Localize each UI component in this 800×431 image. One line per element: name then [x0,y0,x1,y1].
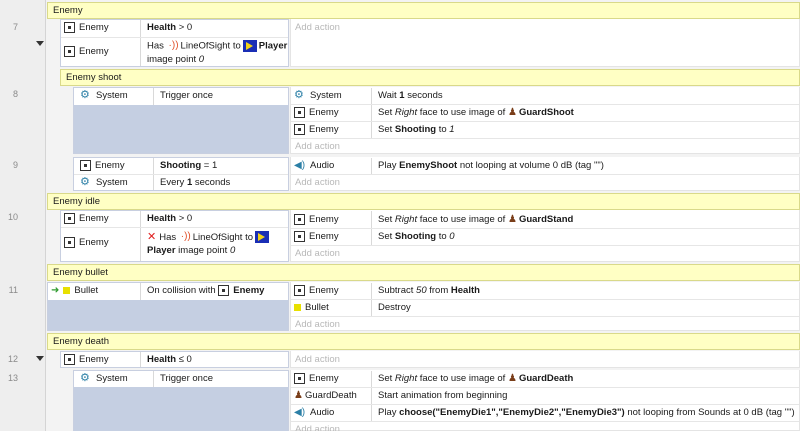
action-text[interactable]: Wait 1 seconds [378,87,443,104]
action-object[interactable]: Enemy [294,370,339,387]
object-icon [294,123,305,135]
line-number: 12 [7,354,18,364]
event-12-actions[interactable] [290,351,800,368]
guard-sprite-icon: ♟ [507,214,517,225]
gear-icon: ⚙ [80,372,90,384]
action-object[interactable]: ◀) Audio [294,157,334,174]
object-icon [218,284,230,296]
gear-icon: ⚙ [80,89,90,101]
condition-text[interactable]: Trigger once [160,370,213,387]
add-action-link[interactable]: Add action [295,174,340,191]
green-arrow-icon: ➜ [51,285,60,296]
yellow-square-icon [63,286,71,294]
action-text[interactable]: Subtract 50 from Health [378,282,480,299]
condition-text[interactable]: Health > 0 [147,210,192,227]
event-7-actions[interactable] [290,19,800,67]
condition-text[interactable]: Every 1 seconds [160,174,230,191]
object-icon [294,106,305,118]
line-number: 10 [7,212,18,222]
condition-text: Player image point 0 [147,245,236,256]
condition-text[interactable]: Health > 0 [147,19,192,36]
red-x-icon: ✕ [147,231,157,243]
line-number: 7 [12,22,18,32]
action-object[interactable]: Enemy [294,104,339,121]
object-icon [294,213,305,225]
object-icon [294,230,305,242]
action-text[interactable]: Set Right face to use image of ♟ GuardSta… [378,211,573,228]
condition-object[interactable]: Enemy [64,234,109,251]
condition-text[interactable]: On collision with Enemy [147,282,264,299]
add-action-link[interactable]: Add action [295,351,340,368]
event-11-actions[interactable] [290,282,800,331]
group-header-enemy-idle[interactable]: Enemy idle [47,193,800,210]
condition-object[interactable]: Enemy [64,43,109,60]
object-icon [294,284,305,296]
action-text[interactable]: Set Shooting to 1 [378,121,455,138]
add-action-link[interactable]: Add action [295,245,340,262]
condition-text[interactable]: Shooting = 1 [160,157,217,174]
action-text[interactable]: Set Shooting to 0 [378,228,455,245]
action-text[interactable]: Play EnemyShoot not looping at volume 0 … [378,157,604,174]
line-number: 9 [12,160,18,170]
collapse-toggle-icon[interactable] [36,41,44,46]
condition-object[interactable]: ⚙ System [80,174,128,191]
action-object[interactable]: Enemy [294,211,339,228]
condition-text[interactable]: Health ≤ 0 [147,351,192,368]
condition-object[interactable]: Enemy [64,19,109,36]
guard-sprite-icon: ♟ [507,373,517,384]
speaker-icon: ◀) [294,407,306,418]
object-icon [64,212,75,224]
add-action-link[interactable]: Add action [295,421,340,431]
condition-object[interactable]: Enemy [64,351,109,368]
add-action-link[interactable]: Add action [295,19,340,36]
condition-object[interactable]: Enemy [80,157,125,174]
action-object[interactable]: ⚙ System [294,87,342,104]
yellow-square-icon [294,303,301,311]
gear-icon: ⚙ [294,89,304,101]
speaker-icon: ◀) [294,160,306,171]
object-icon [294,372,305,384]
object-icon [64,353,75,365]
action-object[interactable]: ◀) Audio [294,404,334,421]
signal-icon: ·)) [168,40,179,51]
group-header-enemy[interactable]: Enemy [47,2,800,19]
condition-object[interactable]: ⚙ System [80,87,128,104]
condition-object[interactable]: ➜ Bullet [51,282,98,299]
action-object[interactable]: Enemy [294,121,339,138]
action-object[interactable]: Enemy [294,282,339,299]
object-icon [80,159,91,171]
object-icon [64,45,75,57]
group-header-enemy-shoot[interactable]: Enemy shoot [60,69,800,86]
gear-icon: ⚙ [80,176,90,188]
group-header-enemy-bullet[interactable]: Enemy bullet [47,264,800,281]
action-object[interactable]: Enemy [294,228,339,245]
action-object[interactable]: Bullet [294,299,329,316]
player-sprite-icon [242,40,257,52]
guard-sprite-icon: ♟ [294,390,303,401]
group-header-enemy-death[interactable]: Enemy death [47,333,800,350]
object-icon [64,21,75,33]
add-action-link[interactable]: Add action [295,138,340,155]
guard-sprite-icon: ♟ [507,107,517,118]
collapse-toggle-icon[interactable] [36,356,44,361]
line-number: 11 [8,285,18,295]
action-text[interactable]: Play choose("EnemyDie1","EnemyDie2","Ene… [378,404,795,421]
action-text[interactable]: Set Right face to use image of ♟ GuardSho… [378,104,574,121]
player-sprite-icon [255,231,269,244]
action-object[interactable]: ♟ GuardDeath [294,387,357,404]
line-number: 8 [12,89,18,99]
condition-object[interactable]: Enemy [64,210,109,227]
signal-icon: ·)) [180,231,191,243]
add-action-link[interactable]: Add action [295,316,340,333]
condition-text[interactable]: Trigger once [160,87,213,104]
action-text[interactable]: Set Right face to use image of ♟ GuardDea… [378,370,573,387]
action-text[interactable]: Start animation from beginning [378,387,507,404]
object-icon [64,236,75,248]
line-number: 13 [7,373,18,383]
action-text[interactable]: Destroy [378,299,411,316]
condition-object[interactable]: ⚙ System [80,370,128,387]
condition-text: image point 0 [147,54,205,65]
